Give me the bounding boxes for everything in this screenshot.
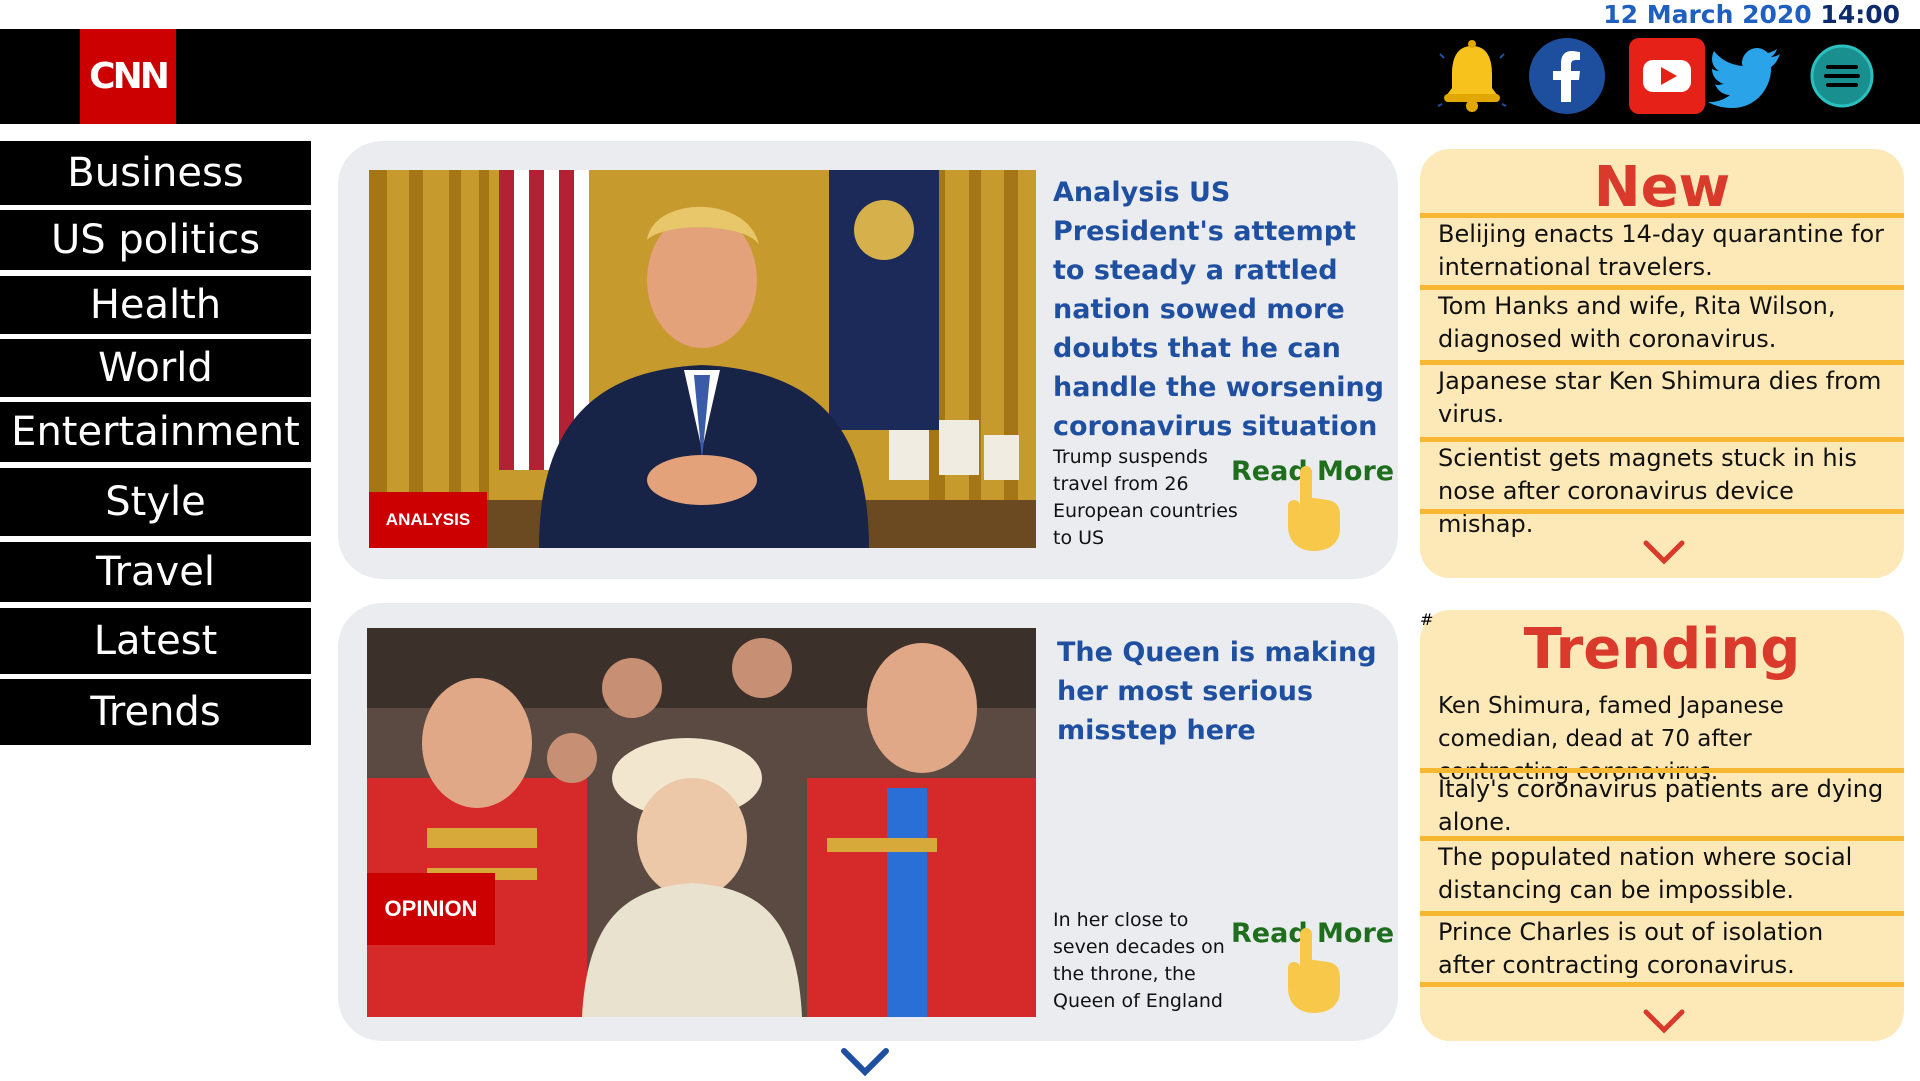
trending-item-2[interactable]: Italy's coronavirus patients are dying a… [1420, 768, 1904, 839]
article-card-1[interactable]: ANALYSIS Analysis US President's attempt… [338, 141, 1398, 579]
new-item-1[interactable]: Belijing enacts 14-day quarantine for in… [1420, 213, 1904, 284]
article-tag-1: ANALYSIS [369, 492, 487, 548]
trending-item-3[interactable]: The populated nation where social distan… [1420, 836, 1904, 907]
datetime: 12 March 2020 14:00 [1603, 0, 1900, 29]
twitter-icon[interactable] [1708, 36, 1788, 116]
new-item-3[interactable]: Japanese star Ken Shimura dies from viru… [1420, 360, 1904, 431]
facebook-icon[interactable] [1527, 36, 1607, 116]
cnn-logo[interactable]: CNN [80, 29, 176, 124]
nav-item-style[interactable]: Style [0, 468, 311, 536]
new-item-4[interactable]: Scientist gets magnets stuck in his nose… [1420, 437, 1904, 541]
new-panel-chevron-icon[interactable] [1642, 539, 1686, 569]
trending-panel-chevron-icon[interactable] [1642, 1008, 1686, 1038]
new-item-2[interactable]: Tom Hanks and wife, Rita Wilson, diagnos… [1420, 285, 1904, 356]
article-headline-1[interactable]: Analysis US President's attempt to stead… [1053, 173, 1393, 446]
nav-item-latest[interactable]: Latest [0, 608, 311, 674]
article-image-2[interactable]: OPINION [367, 628, 1036, 1017]
date-text: 12 March 2020 [1603, 0, 1812, 29]
trending-panel: Trending # Ken Shimura, famed Japanese c… [1420, 610, 1904, 1041]
article-card-2[interactable]: OPINION The Queen is making her most ser… [338, 603, 1398, 1041]
article-summary-1: Trump suspends travel from 26 European c… [1053, 446, 1238, 549]
trending-item-4[interactable]: Prince Charles is out of isolation after… [1420, 911, 1904, 982]
nav-item-trends[interactable]: Trends [0, 679, 311, 745]
menu-icon[interactable] [1802, 36, 1882, 116]
nav-item-health[interactable]: Health [0, 276, 311, 334]
trending-panel-title: Trending [1523, 617, 1801, 682]
nav-item-world[interactable]: World [0, 339, 311, 397]
scroll-down-chevron-icon[interactable] [840, 1047, 890, 1081]
pointing-hand-icon [1278, 928, 1348, 1017]
new-panel-title: New [1593, 155, 1731, 220]
article-tag-2: OPINION [367, 873, 495, 945]
new-panel: New Belijing enacts 14-day quarantine fo… [1420, 149, 1904, 578]
article-image-1[interactable]: ANALYSIS [369, 170, 1036, 548]
article-headline-2[interactable]: The Queen is making her most serious mis… [1057, 633, 1377, 750]
nav-item-entertainment[interactable]: Entertainment [0, 402, 311, 462]
panel-divider [1420, 982, 1904, 987]
nav-item-travel[interactable]: Travel [0, 542, 311, 602]
bell-icon[interactable] [1432, 36, 1512, 116]
youtube-icon[interactable] [1627, 36, 1707, 116]
nav-item-us-politics[interactable]: US politics [0, 210, 311, 270]
article-summary-2: In her close to seven decades on the thr… [1053, 909, 1225, 1012]
panel-divider [1420, 509, 1904, 514]
nav-item-business[interactable]: Business [0, 141, 311, 205]
pointing-hand-icon [1278, 466, 1348, 555]
time-text: 14:00 [1820, 0, 1900, 29]
